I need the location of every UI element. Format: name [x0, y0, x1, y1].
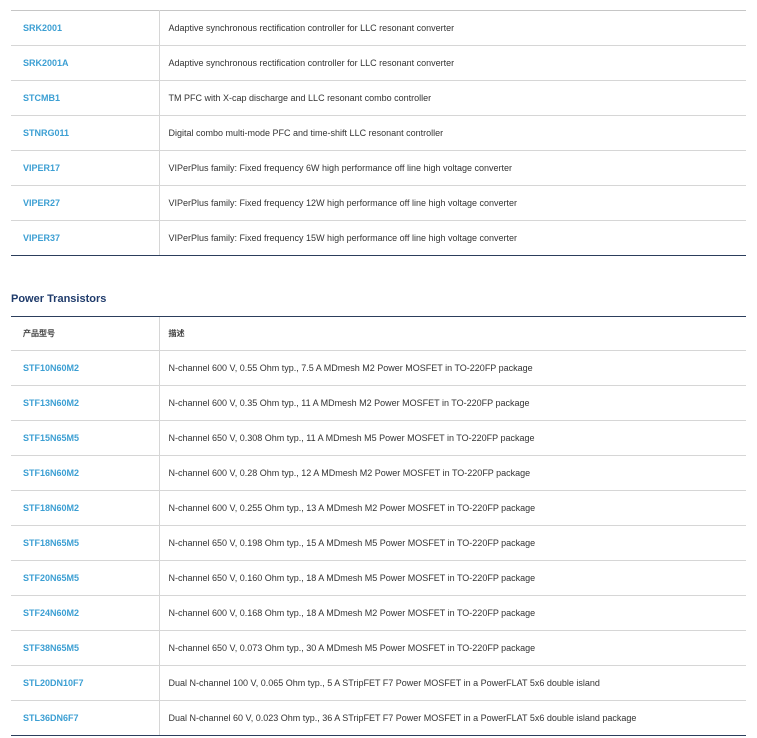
description-cell: VIPerPlus family: Fixed frequency 15W hi…: [159, 220, 746, 256]
part-number-cell: STNRG011: [11, 115, 160, 151]
part-number-link[interactable]: SRK2001: [23, 23, 62, 33]
part-number-link[interactable]: STF15N65M5: [23, 433, 79, 443]
description-cell: Dual N-channel 60 V, 0.023 Ohm typ., 36 …: [159, 700, 746, 736]
table-row: SRK2001 Adaptive synchronous rectificati…: [11, 10, 746, 46]
table-row: STNRG011 Digital combo multi-mode PFC an…: [11, 115, 746, 151]
table-row: STF15N65M5 N-channel 650 V, 0.308 Ohm ty…: [11, 420, 746, 456]
table-row: STF38N65M5 N-channel 650 V, 0.073 Ohm ty…: [11, 630, 746, 666]
part-number-cell: STF38N65M5: [11, 630, 160, 666]
section-title-power-transistors: Power Transistors: [11, 293, 107, 305]
description-cell: N-channel 600 V, 0.255 Ohm typ., 13 A MD…: [159, 490, 746, 526]
description-cell: N-channel 600 V, 0.55 Ohm typ., 7.5 A MD…: [159, 350, 746, 386]
part-number-cell: STF13N60M2: [11, 385, 160, 421]
description-cell: VIPerPlus family: Fixed frequency 12W hi…: [159, 185, 746, 221]
description-cell: N-channel 600 V, 0.35 Ohm typ., 11 A MDm…: [159, 385, 746, 421]
table-row: VIPER27 VIPerPlus family: Fixed frequenc…: [11, 185, 746, 221]
part-number-cell: STF20N65M5: [11, 560, 160, 596]
part-number-link[interactable]: SRK2001A: [23, 58, 69, 68]
part-number-link[interactable]: STF38N65M5: [23, 643, 79, 653]
column-header-part-number: 产品型号: [11, 317, 160, 351]
part-number-cell: STCMB1: [11, 80, 160, 116]
description-cell: Digital combo multi-mode PFC and time-sh…: [159, 115, 746, 151]
table-header-row: 产品型号 描述: [11, 317, 746, 351]
description-cell: Adaptive synchronous rectification contr…: [159, 45, 746, 81]
part-number-link[interactable]: STF13N60M2: [23, 398, 79, 408]
part-number-link[interactable]: STL20DN10F7: [23, 678, 84, 688]
description-cell: Adaptive synchronous rectification contr…: [159, 10, 746, 46]
description-cell: N-channel 600 V, 0.168 Ohm typ., 18 A MD…: [159, 595, 746, 631]
controllers-table: SRK2001 Adaptive synchronous rectificati…: [11, 10, 746, 256]
part-number-cell: STF16N60M2: [11, 455, 160, 491]
power-transistors-table: 产品型号 描述 STF10N60M2 N-channel 600 V, 0.55…: [11, 317, 746, 736]
part-number-cell: VIPER27: [11, 185, 160, 221]
table-row: SRK2001A Adaptive synchronous rectificat…: [11, 45, 746, 81]
part-number-link[interactable]: STF10N60M2: [23, 363, 79, 373]
part-number-link[interactable]: VIPER27: [23, 198, 60, 208]
description-cell: Dual N-channel 100 V, 0.065 Ohm typ., 5 …: [159, 665, 746, 701]
description-cell: N-channel 650 V, 0.308 Ohm typ., 11 A MD…: [159, 420, 746, 456]
part-number-cell: VIPER37: [11, 220, 160, 256]
column-header-description: 描述: [159, 317, 746, 351]
table-row: STL36DN6F7 Dual N-channel 60 V, 0.023 Oh…: [11, 700, 746, 736]
table-row: VIPER37 VIPerPlus family: Fixed frequenc…: [11, 220, 746, 256]
table-row: STF13N60M2 N-channel 600 V, 0.35 Ohm typ…: [11, 385, 746, 421]
part-number-link[interactable]: STL36DN6F7: [23, 713, 79, 723]
description-cell: N-channel 650 V, 0.073 Ohm typ., 30 A MD…: [159, 630, 746, 666]
table-row: STF10N60M2 N-channel 600 V, 0.55 Ohm typ…: [11, 350, 746, 386]
description-cell: N-channel 600 V, 0.28 Ohm typ., 12 A MDm…: [159, 455, 746, 491]
table-row: STCMB1 TM PFC with X-cap discharge and L…: [11, 80, 746, 116]
part-number-link[interactable]: STNRG011: [23, 128, 69, 138]
description-cell: VIPerPlus family: Fixed frequency 6W hig…: [159, 150, 746, 186]
table-row: STF18N65M5 N-channel 650 V, 0.198 Ohm ty…: [11, 525, 746, 561]
table-row: STF18N60M2 N-channel 600 V, 0.255 Ohm ty…: [11, 490, 746, 526]
description-cell: N-channel 650 V, 0.160 Ohm typ., 18 A MD…: [159, 560, 746, 596]
part-number-link[interactable]: STF20N65M5: [23, 573, 79, 583]
table-row: STF20N65M5 N-channel 650 V, 0.160 Ohm ty…: [11, 560, 746, 596]
table-row: STF16N60M2 N-channel 600 V, 0.28 Ohm typ…: [11, 455, 746, 491]
part-number-link[interactable]: STF24N60M2: [23, 608, 79, 618]
part-number-cell: STF10N60M2: [11, 350, 160, 386]
part-number-cell: SRK2001A: [11, 45, 160, 81]
part-number-cell: STF18N65M5: [11, 525, 160, 561]
part-number-link[interactable]: STF18N65M5: [23, 538, 79, 548]
part-number-link[interactable]: STF18N60M2: [23, 503, 79, 513]
table-row: STF24N60M2 N-channel 600 V, 0.168 Ohm ty…: [11, 595, 746, 631]
table-row: STL20DN10F7 Dual N-channel 100 V, 0.065 …: [11, 665, 746, 701]
part-number-cell: STF18N60M2: [11, 490, 160, 526]
part-number-cell: VIPER17: [11, 150, 160, 186]
part-number-cell: SRK2001: [11, 10, 160, 46]
description-cell: N-channel 650 V, 0.198 Ohm typ., 15 A MD…: [159, 525, 746, 561]
part-number-link[interactable]: VIPER37: [23, 233, 60, 243]
part-number-cell: STF15N65M5: [11, 420, 160, 456]
product-listing: SRK2001 Adaptive synchronous rectificati…: [11, 10, 746, 736]
part-number-cell: STF24N60M2: [11, 595, 160, 631]
table-row: VIPER17 VIPerPlus family: Fixed frequenc…: [11, 150, 746, 186]
part-number-link[interactable]: STF16N60M2: [23, 468, 79, 478]
description-cell: TM PFC with X-cap discharge and LLC reso…: [159, 80, 746, 116]
part-number-cell: STL20DN10F7: [11, 665, 160, 701]
part-number-cell: STL36DN6F7: [11, 700, 160, 736]
part-number-link[interactable]: STCMB1: [23, 93, 60, 103]
part-number-link[interactable]: VIPER17: [23, 163, 60, 173]
